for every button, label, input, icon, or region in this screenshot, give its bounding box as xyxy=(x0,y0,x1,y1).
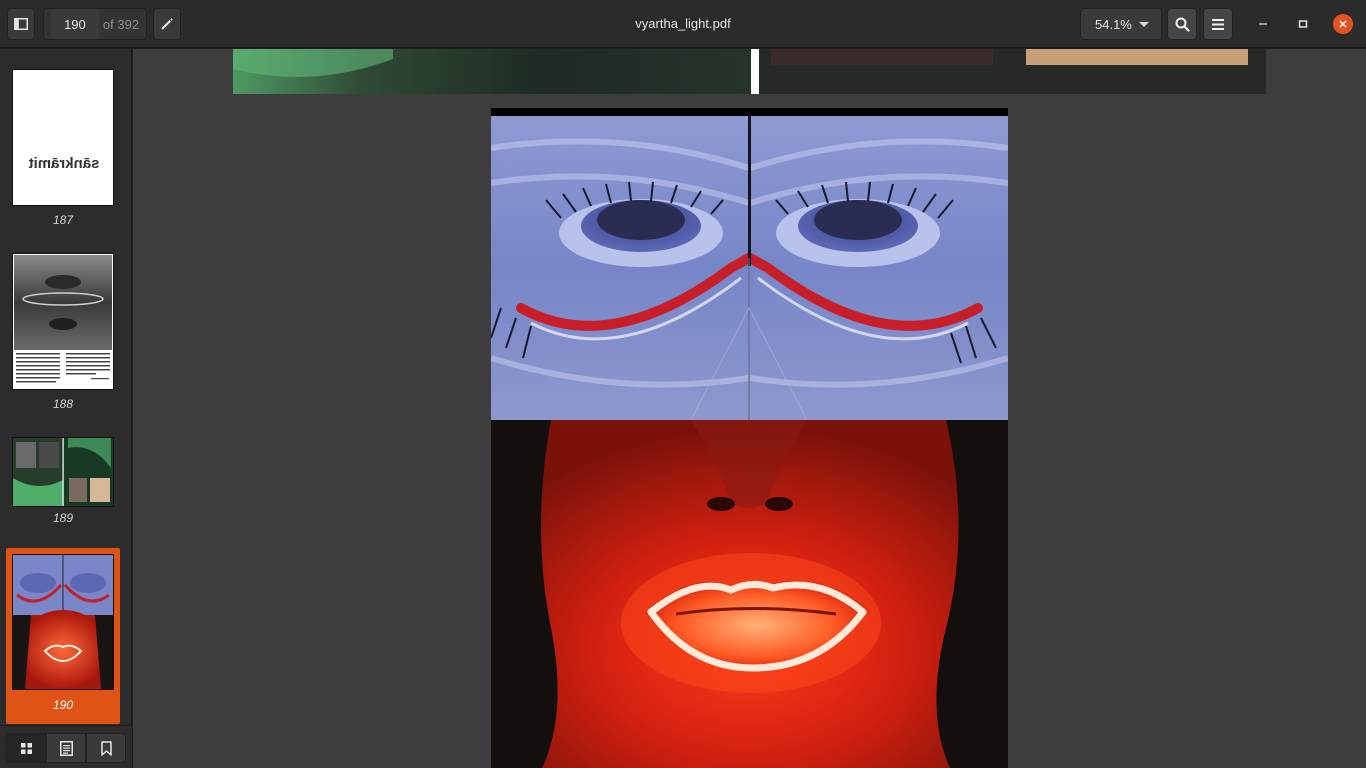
page-189-partial xyxy=(233,49,1266,94)
page-total-label: of 392 xyxy=(102,16,140,32)
search-icon xyxy=(1175,17,1190,32)
thumbnail-page-189[interactable]: 189 xyxy=(6,431,120,531)
sidebar-icon xyxy=(14,18,28,30)
maximize-icon xyxy=(1298,20,1308,28)
thumbnail-page-number: 190 xyxy=(52,698,74,712)
page-navigator: of 392 xyxy=(43,8,147,40)
menu-button[interactable] xyxy=(1203,8,1233,40)
bookmark-icon xyxy=(100,740,112,756)
outline-view-button[interactable] xyxy=(46,733,86,763)
page-190 xyxy=(491,108,1008,768)
zoom-dropdown[interactable]: 54.1% xyxy=(1080,8,1162,40)
thumbnails-view-button[interactable] xyxy=(6,733,46,763)
close-icon xyxy=(1339,20,1347,28)
pencil-icon xyxy=(161,18,173,30)
hamburger-icon xyxy=(1212,18,1224,30)
thumbnail-page-number: 187 xyxy=(52,213,74,227)
thumbnail-sidebar: sānkrāmit 187 188 189 190 xyxy=(0,49,132,768)
thumbnail-image xyxy=(12,253,114,390)
sidebar-view-switcher xyxy=(0,725,132,768)
sidebar-toggle-button[interactable] xyxy=(7,8,35,40)
thumbnail-page-number: 189 xyxy=(52,511,74,525)
minimize-button[interactable] xyxy=(1253,14,1273,34)
maximize-button[interactable] xyxy=(1293,14,1313,34)
thumbnail-image xyxy=(12,437,114,507)
thumbnail-title-text: sānkrāmit xyxy=(28,155,100,172)
document-list-icon xyxy=(59,740,73,756)
thumbnail-image: sānkrāmit xyxy=(12,69,114,206)
toolbar: of 392 vyartha_light.pdf 54.1% xyxy=(0,0,1366,48)
thumbnail-page-190[interactable]: 190 xyxy=(6,548,120,724)
thumbnail-image xyxy=(12,554,114,690)
thumbnail-page-188[interactable]: 188 xyxy=(6,247,120,417)
annotate-button[interactable] xyxy=(153,8,181,40)
chevron-down-icon xyxy=(1139,21,1149,27)
thumbnail-page-187[interactable]: sānkrāmit 187 xyxy=(6,63,120,233)
bookmarks-view-button[interactable] xyxy=(86,733,126,763)
thumbnail-page-number: 188 xyxy=(52,397,74,411)
zoom-level: 54.1% xyxy=(1095,16,1132,32)
minimize-icon xyxy=(1259,23,1267,25)
close-button[interactable] xyxy=(1333,14,1353,34)
grid-icon xyxy=(20,742,32,754)
search-button[interactable] xyxy=(1167,8,1197,40)
page-number-input[interactable] xyxy=(50,9,99,39)
document-viewer[interactable] xyxy=(133,49,1366,768)
